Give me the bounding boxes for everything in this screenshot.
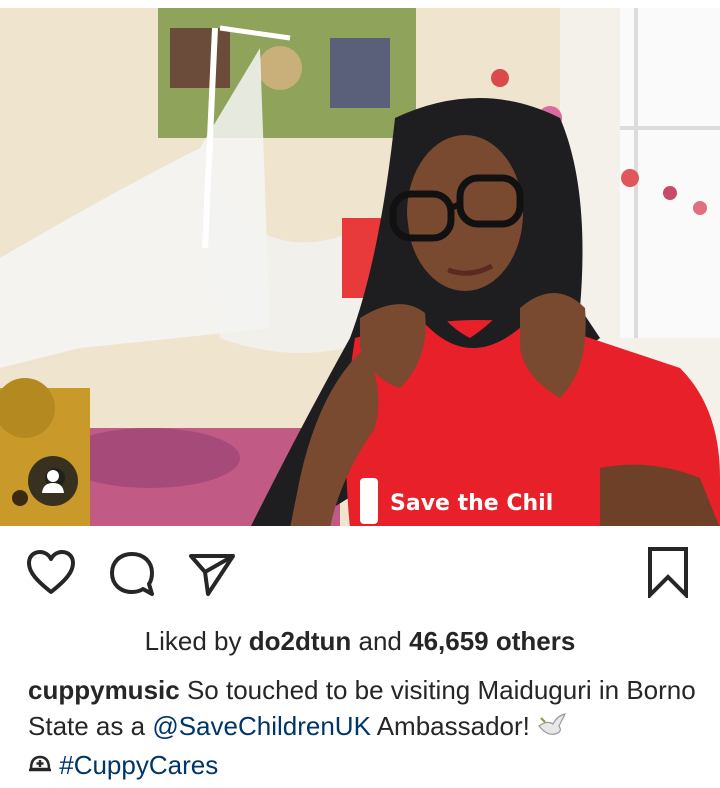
caption-hashtag[interactable]: #CuppyCares: [59, 750, 218, 780]
caption-mention[interactable]: @SaveChildrenUK: [152, 711, 371, 741]
comment-bubble-icon[interactable]: [108, 550, 156, 598]
dove-emoji-icon: [537, 711, 567, 747]
caption-text-2: Ambassador!: [370, 711, 538, 741]
photo-illustration: Save the Chil: [0, 8, 720, 526]
heart-icon[interactable]: [26, 550, 76, 596]
likes-summary[interactable]: Liked by do2dtun and 46,659 others: [0, 626, 720, 657]
post-caption: cuppymusic So touched to be visiting Mai…: [28, 672, 696, 786]
likes-count[interactable]: 46,659 others: [409, 626, 575, 656]
caption-username[interactable]: cuppymusic: [28, 675, 180, 705]
post-actions: [0, 540, 720, 610]
liked-by-user[interactable]: do2dtun: [249, 626, 352, 656]
bookmark-icon[interactable]: [646, 546, 690, 598]
person-tag-icon: [42, 470, 64, 493]
likes-prefix: Liked by: [144, 626, 249, 656]
rescue-helmet-emoji-icon: [28, 750, 52, 786]
likes-middle: and: [351, 626, 410, 656]
post-photo[interactable]: Save the Chil: [0, 8, 720, 526]
person-tag-button[interactable]: [28, 456, 78, 506]
shirt-logo-text: Save the Chil: [390, 491, 553, 516]
paper-plane-icon[interactable]: [188, 552, 236, 598]
